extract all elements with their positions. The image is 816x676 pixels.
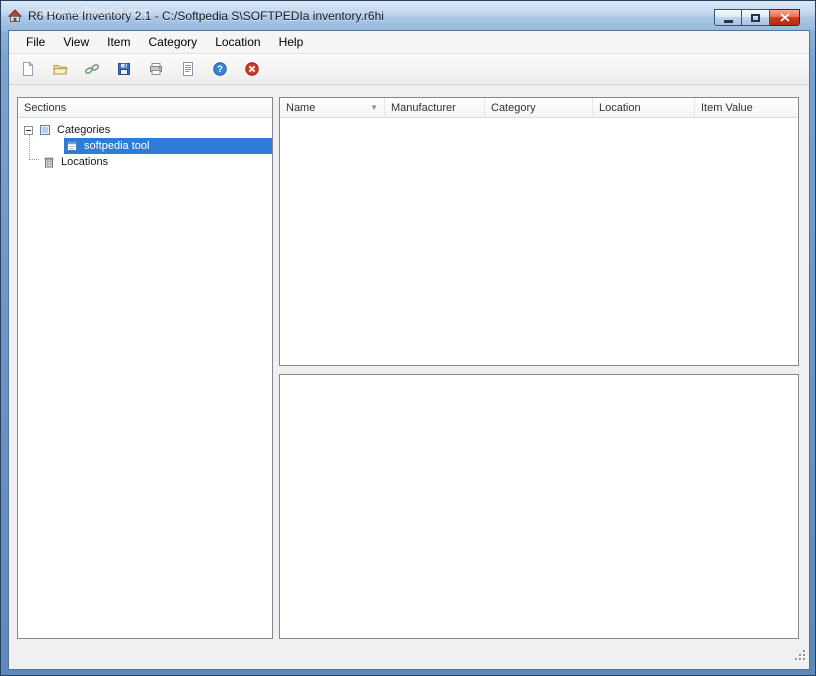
minimize-icon xyxy=(723,19,733,23)
new-document-icon xyxy=(23,61,34,76)
sections-panel: Sections Categories softpedia tool Locat… xyxy=(17,97,273,639)
column-header-item-value[interactable]: Item Value xyxy=(695,98,798,117)
toolbar: ? xyxy=(9,53,809,85)
minimize-button[interactable] xyxy=(714,9,742,26)
home-icon xyxy=(7,8,23,24)
close-icon xyxy=(779,13,790,22)
tree-item-label: softpedia tool xyxy=(84,140,150,152)
items-panel: Name ▼ Manufacturer Category Location It… xyxy=(279,97,799,366)
titlebar[interactable]: www.softpedia.com R6 Home Inventory 2.1 … xyxy=(1,1,815,31)
selection-highlight: softpedia tool xyxy=(64,138,272,154)
item-icon xyxy=(65,139,79,153)
tree-item-label: Categories xyxy=(57,124,111,136)
sort-arrow-icon: ▼ xyxy=(370,102,378,112)
menu-location[interactable]: Location xyxy=(206,31,269,53)
column-header-category[interactable]: Category xyxy=(485,98,593,117)
open-button[interactable] xyxy=(51,60,69,78)
menu-file[interactable]: File xyxy=(17,31,54,53)
sections-tree: Categories softpedia tool Locations xyxy=(18,118,272,170)
menu-help[interactable]: Help xyxy=(270,31,313,53)
items-list-empty xyxy=(280,118,798,365)
window-title: R6 Home Inventory 2.1 - C:/Softpedia S\S… xyxy=(28,9,384,23)
window-controls xyxy=(714,9,800,26)
sections-header[interactable]: Sections xyxy=(18,98,272,118)
column-label: Item Value xyxy=(701,101,753,114)
link-icon xyxy=(84,63,100,75)
close-button[interactable] xyxy=(770,9,800,26)
column-header-manufacturer[interactable]: Manufacturer xyxy=(385,98,485,117)
sections-header-label: Sections xyxy=(24,101,67,114)
new-button[interactable] xyxy=(19,60,37,78)
tree-item-locations[interactable]: Locations xyxy=(18,154,272,170)
link-button[interactable] xyxy=(83,60,101,78)
menu-item[interactable]: Item xyxy=(98,31,139,53)
column-label: Category xyxy=(491,101,536,114)
save-button[interactable] xyxy=(115,60,133,78)
menubar: File View Item Category Location Help xyxy=(9,31,809,53)
collapse-toggle-icon[interactable] xyxy=(24,125,33,135)
maximize-button[interactable] xyxy=(742,9,770,26)
exit-icon xyxy=(245,62,259,76)
items-table-header: Name ▼ Manufacturer Category Location It… xyxy=(280,98,798,118)
statusbar xyxy=(9,639,809,669)
menu-view[interactable]: View xyxy=(54,31,98,53)
resize-grip[interactable] xyxy=(794,649,807,667)
report-button[interactable] xyxy=(179,60,197,78)
locations-icon xyxy=(42,155,56,169)
report-icon xyxy=(183,62,193,76)
app-window: www.softpedia.com R6 Home Inventory 2.1 … xyxy=(0,0,816,676)
exit-button[interactable] xyxy=(243,60,261,78)
svg-text:?: ? xyxy=(217,64,223,75)
print-button[interactable] xyxy=(147,60,165,78)
column-label: Manufacturer xyxy=(391,101,456,114)
tree-item-label: Locations xyxy=(61,156,109,168)
open-folder-icon xyxy=(53,65,68,75)
save-icon xyxy=(118,63,130,75)
print-icon xyxy=(150,63,162,75)
column-label: Location xyxy=(599,101,641,114)
column-header-location[interactable]: Location xyxy=(593,98,695,117)
column-label: Name xyxy=(286,101,316,114)
tree-item-softpedia-tool[interactable]: softpedia tool xyxy=(18,138,272,154)
detail-panel xyxy=(279,374,799,639)
column-header-name[interactable]: Name ▼ xyxy=(280,98,385,117)
tree-item-categories[interactable]: Categories xyxy=(18,122,272,138)
categories-icon xyxy=(38,123,52,137)
menu-category[interactable]: Category xyxy=(139,31,206,53)
client-area: File View Item Category Location Help ? … xyxy=(9,31,809,669)
help-icon: ? xyxy=(213,62,227,76)
maximize-icon xyxy=(751,13,760,22)
help-button[interactable]: ? xyxy=(211,60,229,78)
